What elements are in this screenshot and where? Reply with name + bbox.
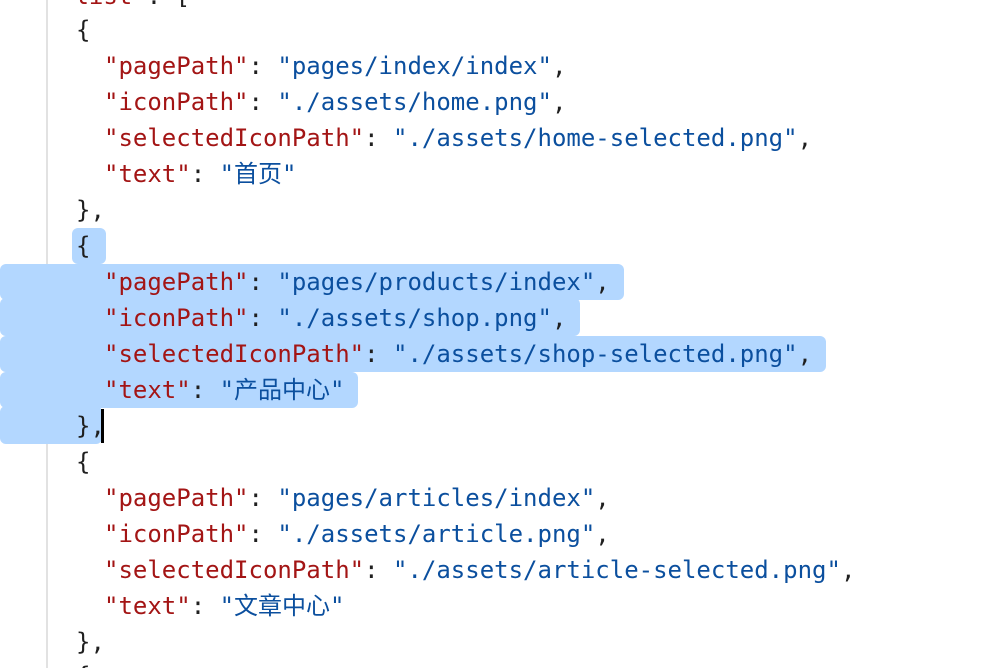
code-line: "text": "首页" <box>104 160 297 188</box>
code-line: "pagePath": "pages/articles/index", <box>104 484 610 512</box>
code-line: "text": "文章中心" <box>104 592 345 620</box>
text-cursor <box>101 409 104 443</box>
code-line: { <box>76 16 91 44</box>
code-line: "iconPath": "./assets/home.png", <box>104 88 567 116</box>
code-line: "iconPath": "./assets/article.png", <box>104 520 610 548</box>
code-line: "iconPath": "./assets/shop.png", <box>104 304 567 332</box>
code-editor[interactable]: "list": [ { "pagePath": "pages/index/ind… <box>0 0 1004 668</box>
code-line: { <box>76 448 91 476</box>
code-line: "selectedIconPath": "./assets/article-se… <box>104 556 856 584</box>
code-line: { <box>76 658 90 668</box>
code-line: "pagePath": "pages/index/index", <box>104 52 567 80</box>
code-line: "selectedIconPath": "./assets/home-selec… <box>104 124 813 152</box>
code-line: { <box>76 232 91 260</box>
code-line: }, <box>76 628 105 656</box>
code-line: "pagePath": "pages/products/index", <box>104 268 610 296</box>
code-line: }, <box>76 196 105 224</box>
code-line: "selectedIconPath": "./assets/shop-selec… <box>104 340 813 368</box>
code-line: "text": "产品中心" <box>104 376 345 404</box>
